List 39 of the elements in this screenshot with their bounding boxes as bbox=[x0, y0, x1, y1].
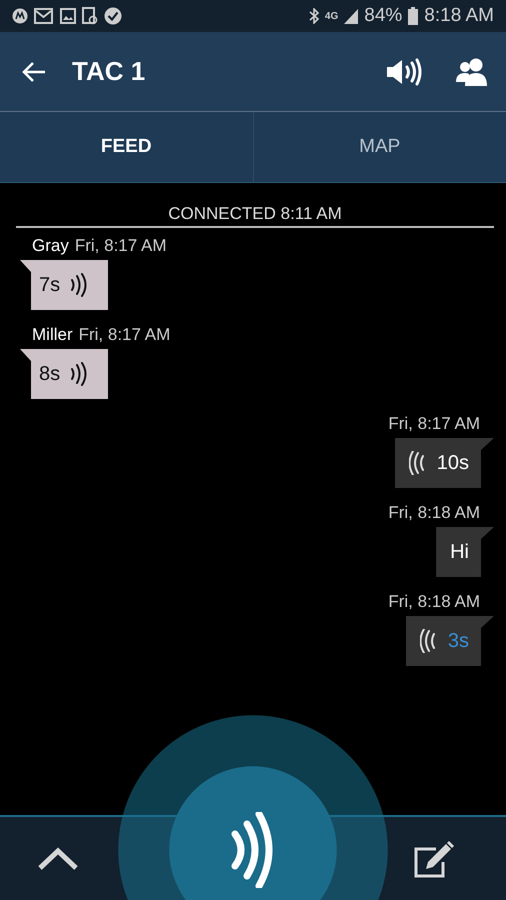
voice-message-bubble[interactable]: 3s bbox=[406, 616, 494, 666]
image-icon bbox=[60, 8, 76, 24]
bluetooth-icon bbox=[308, 8, 319, 24]
sound-wave-icon bbox=[408, 451, 427, 475]
voice-message-bubble[interactable]: 7s bbox=[20, 260, 108, 310]
message-time: Fri, 8:18 AM bbox=[388, 503, 480, 523]
sound-wave-icon bbox=[231, 812, 275, 888]
screen-title: TAC 1 bbox=[72, 56, 146, 87]
message-time: Fri, 8:17 AM bbox=[388, 414, 480, 434]
notification-icon bbox=[12, 8, 28, 24]
back-arrow-icon[interactable] bbox=[22, 62, 46, 82]
duration-text: 7s bbox=[39, 274, 60, 296]
sound-wave-icon bbox=[420, 629, 438, 653]
sender-name: Miller bbox=[32, 325, 73, 345]
duration-text: 3s bbox=[448, 630, 469, 652]
compose-icon[interactable] bbox=[414, 840, 456, 878]
speaker-icon[interactable] bbox=[386, 58, 424, 86]
caret-up-icon[interactable] bbox=[37, 846, 79, 870]
sync-icon bbox=[82, 7, 98, 25]
people-icon[interactable] bbox=[456, 58, 488, 86]
signal-icon bbox=[344, 8, 358, 24]
check-icon bbox=[104, 7, 122, 25]
mail-icon bbox=[34, 8, 54, 24]
connection-banner: CONNECTED 8:11 AM bbox=[16, 183, 494, 228]
duration-text: 10s bbox=[436, 452, 469, 474]
voice-message-bubble[interactable]: 10s bbox=[394, 438, 494, 488]
sound-wave-icon bbox=[70, 273, 88, 297]
network-label: 4G bbox=[324, 10, 338, 22]
message-time: Fri, 8:17 AM bbox=[74, 236, 166, 256]
message-time: Fri, 8:17 AM bbox=[78, 325, 170, 345]
clock: 8:18 AM bbox=[424, 5, 494, 27]
battery-percent: 84% bbox=[364, 5, 402, 27]
battery-icon bbox=[408, 7, 418, 25]
sound-wave-icon bbox=[70, 362, 88, 386]
duration-text: 8s bbox=[39, 362, 60, 386]
voice-message-bubble[interactable]: 8s bbox=[20, 349, 108, 399]
sender-name: Gray bbox=[32, 236, 69, 256]
message-bubble: Hi bbox=[436, 527, 494, 577]
message-time: Fri, 8:18 AM bbox=[388, 592, 480, 612]
